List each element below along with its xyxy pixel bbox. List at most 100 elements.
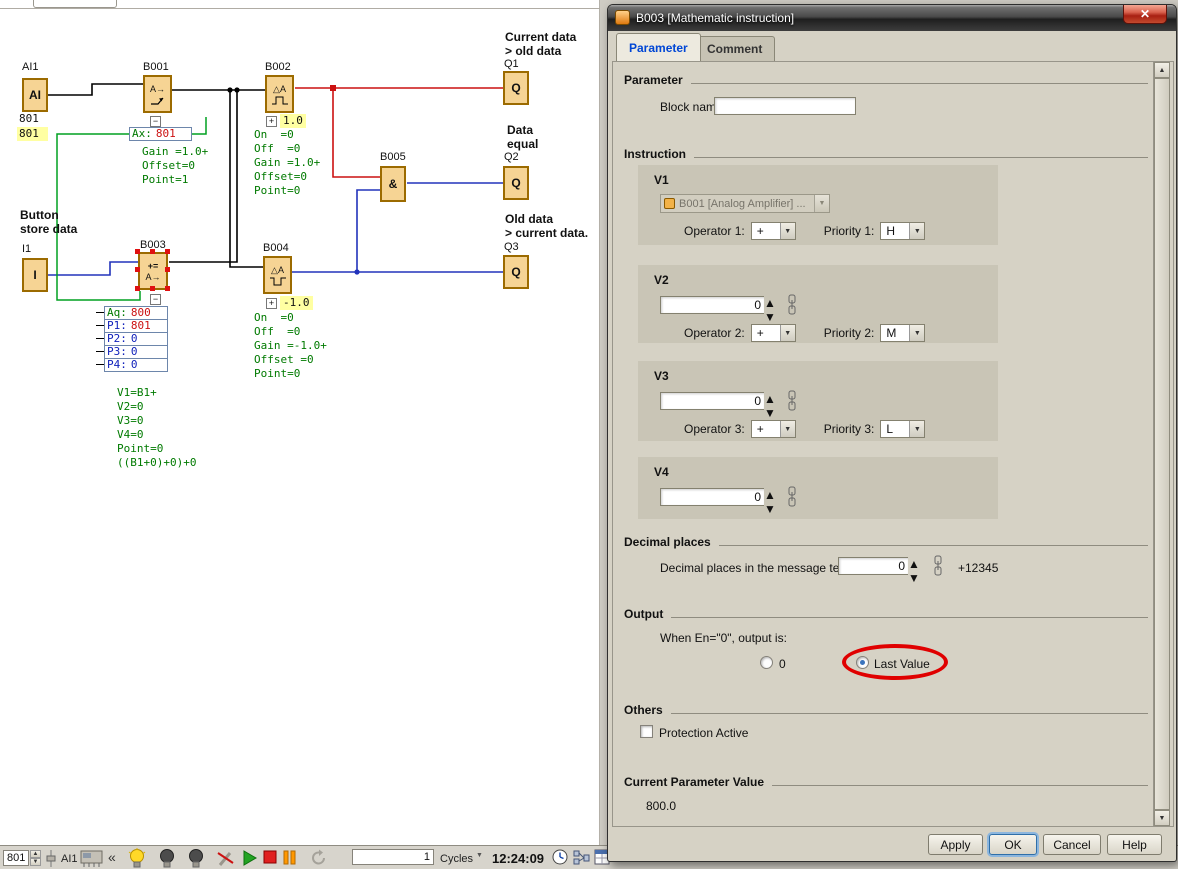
operator2-select[interactable]: +▼ — [751, 324, 796, 342]
spin-down-icon[interactable]: ▼ — [764, 406, 778, 420]
operator1-select[interactable]: +▼ — [751, 222, 796, 240]
selection-handle[interactable] — [150, 249, 155, 254]
wire-ai1-b001[interactable] — [48, 84, 143, 95]
v4-spinner[interactable]: 0▲▼ — [660, 488, 778, 506]
v2-value[interactable]: 0 — [660, 296, 764, 314]
selection-handle[interactable] — [135, 267, 140, 272]
scrollbar-thumb[interactable] — [1154, 78, 1170, 810]
refresh-icon[interactable] — [310, 849, 328, 867]
b003-param-row[interactable]: P3: 0 — [104, 345, 168, 359]
cancel-button[interactable]: Cancel — [1043, 834, 1101, 855]
collapse-box-b001[interactable]: − — [150, 116, 161, 127]
b003-param-row[interactable]: P2: 0 — [104, 332, 168, 346]
radio-output-zero-label[interactable]: 0 — [779, 657, 786, 671]
dialog-titlebar[interactable]: B003 [Mathematic instruction] — [608, 5, 1176, 31]
link-parameter-icon[interactable] — [786, 390, 798, 411]
protection-checkbox[interactable] — [640, 725, 653, 738]
block-q1[interactable]: Q — [503, 71, 529, 105]
spin-up-icon[interactable]: ▲ — [764, 296, 778, 310]
v1-reference-combo[interactable]: B001 [Analog Amplifier] ... ▼ — [660, 194, 830, 213]
v2-spinner[interactable]: 0▲▼ — [660, 296, 778, 314]
play-icon[interactable] — [242, 850, 258, 866]
v3-spinner[interactable]: 0▲▼ — [660, 392, 778, 410]
selection-handle[interactable] — [150, 286, 155, 291]
b002-threshold-highlight[interactable]: 1.0 — [280, 114, 306, 128]
spin-down-icon[interactable]: ▼ — [764, 310, 778, 324]
block-i1[interactable]: I — [22, 258, 48, 292]
block-q3[interactable]: Q — [503, 255, 529, 289]
expand-box-b004[interactable]: + — [266, 298, 277, 309]
selection-handle[interactable] — [165, 267, 170, 272]
scroll-up-icon[interactable]: ▲ — [1154, 62, 1170, 78]
b003-param-row[interactable]: Aq: 800 — [104, 306, 168, 320]
radio-output-zero[interactable] — [760, 656, 773, 669]
block-b002[interactable]: △A — [265, 75, 294, 113]
block-b005[interactable]: & — [380, 166, 406, 202]
scroll-down-icon[interactable]: ▼ — [1154, 810, 1170, 826]
selection-handle[interactable] — [165, 286, 170, 291]
decimal-value[interactable]: 0 — [838, 557, 908, 575]
spin-up-icon[interactable]: ▲ — [764, 488, 778, 502]
close-button[interactable]: ✕ — [1123, 5, 1167, 24]
wire-b002-b005[interactable] — [333, 88, 380, 177]
dropdown-arrow-icon[interactable]: ▼ — [909, 421, 924, 437]
spin-down-icon[interactable]: ▼ — [30, 858, 41, 866]
clock-icon[interactable] — [552, 849, 569, 866]
ai1-value-highlight[interactable]: 801 — [17, 127, 48, 141]
protection-label[interactable]: Protection Active — [659, 726, 748, 740]
fbd-canvas[interactable]: Current data > old data Data equal Old d… — [0, 0, 600, 845]
priority2-select[interactable]: M▼ — [880, 324, 925, 342]
v3-value[interactable]: 0 — [660, 392, 764, 410]
wire-i1-b003[interactable] — [48, 262, 138, 275]
dropdown-arrow-icon[interactable]: ▼ — [909, 325, 924, 341]
dialog-scrollbar[interactable]: ▲ ▼ — [1153, 62, 1169, 826]
priority1-select[interactable]: H▼ — [880, 222, 925, 240]
spin-up-icon[interactable]: ▲ — [30, 850, 41, 858]
block-b001[interactable]: A→ — [143, 75, 172, 113]
cycles-dropdown-icon[interactable]: ▼ — [476, 852, 483, 859]
block-b004[interactable]: △A — [263, 256, 292, 294]
selection-handle[interactable] — [135, 249, 140, 254]
probe-tool-icon[interactable] — [216, 848, 236, 868]
selection-handle[interactable] — [165, 249, 170, 254]
wire-b004-b005[interactable] — [357, 190, 380, 272]
slider-icon[interactable] — [45, 849, 57, 868]
spin-down-icon[interactable]: ▼ — [764, 502, 778, 516]
b003-param-row[interactable]: P1: 801 — [104, 319, 168, 333]
reference-line-b001[interactable] — [192, 117, 206, 134]
v4-value[interactable]: 0 — [660, 488, 764, 506]
expand-box-b002[interactable]: + — [266, 116, 277, 127]
collapse-box-b003[interactable]: − — [150, 294, 161, 305]
help-button[interactable]: Help — [1107, 834, 1162, 855]
network-icon[interactable] — [573, 849, 590, 866]
cycles-input[interactable]: 1 — [352, 849, 434, 865]
tab-parameter[interactable]: Parameter — [616, 33, 701, 61]
module-icon[interactable] — [80, 849, 104, 868]
dropdown-arrow-icon[interactable]: ▼ — [780, 223, 795, 239]
ai-value-field[interactable]: 801 — [3, 850, 29, 866]
dropdown-arrow-icon[interactable]: ▼ — [814, 195, 829, 212]
b003-param-row[interactable]: P4: 0 — [104, 358, 168, 372]
pause-icon[interactable] — [283, 850, 297, 865]
block-ai1[interactable]: AI — [22, 78, 48, 112]
spin-down-icon[interactable]: ▼ — [908, 571, 922, 585]
lamp-off-icon[interactable] — [186, 848, 206, 868]
link-parameter-icon[interactable] — [786, 294, 798, 315]
block-b003[interactable]: += A→ — [138, 252, 168, 290]
dropdown-arrow-icon[interactable]: ▼ — [780, 325, 795, 341]
tab-comment[interactable]: Comment — [694, 36, 775, 61]
ok-button[interactable]: OK — [989, 834, 1037, 855]
priority3-select[interactable]: L▼ — [880, 420, 925, 438]
dropdown-arrow-icon[interactable]: ▼ — [780, 421, 795, 437]
lamp-on-icon[interactable] — [127, 848, 147, 868]
stop-icon[interactable] — [263, 850, 278, 865]
spin-up-icon[interactable]: ▲ — [908, 557, 922, 571]
dropdown-arrow-icon[interactable]: ▼ — [909, 223, 924, 239]
selection-handle[interactable] — [135, 286, 140, 291]
ai-value-spinner[interactable]: ▲ ▼ — [30, 850, 41, 866]
block-name-input[interactable] — [714, 97, 856, 115]
apply-button[interactable]: Apply — [928, 834, 983, 855]
link-parameter-icon[interactable] — [786, 486, 798, 507]
link-parameter-icon[interactable] — [932, 555, 944, 576]
block-q2[interactable]: Q — [503, 166, 529, 200]
